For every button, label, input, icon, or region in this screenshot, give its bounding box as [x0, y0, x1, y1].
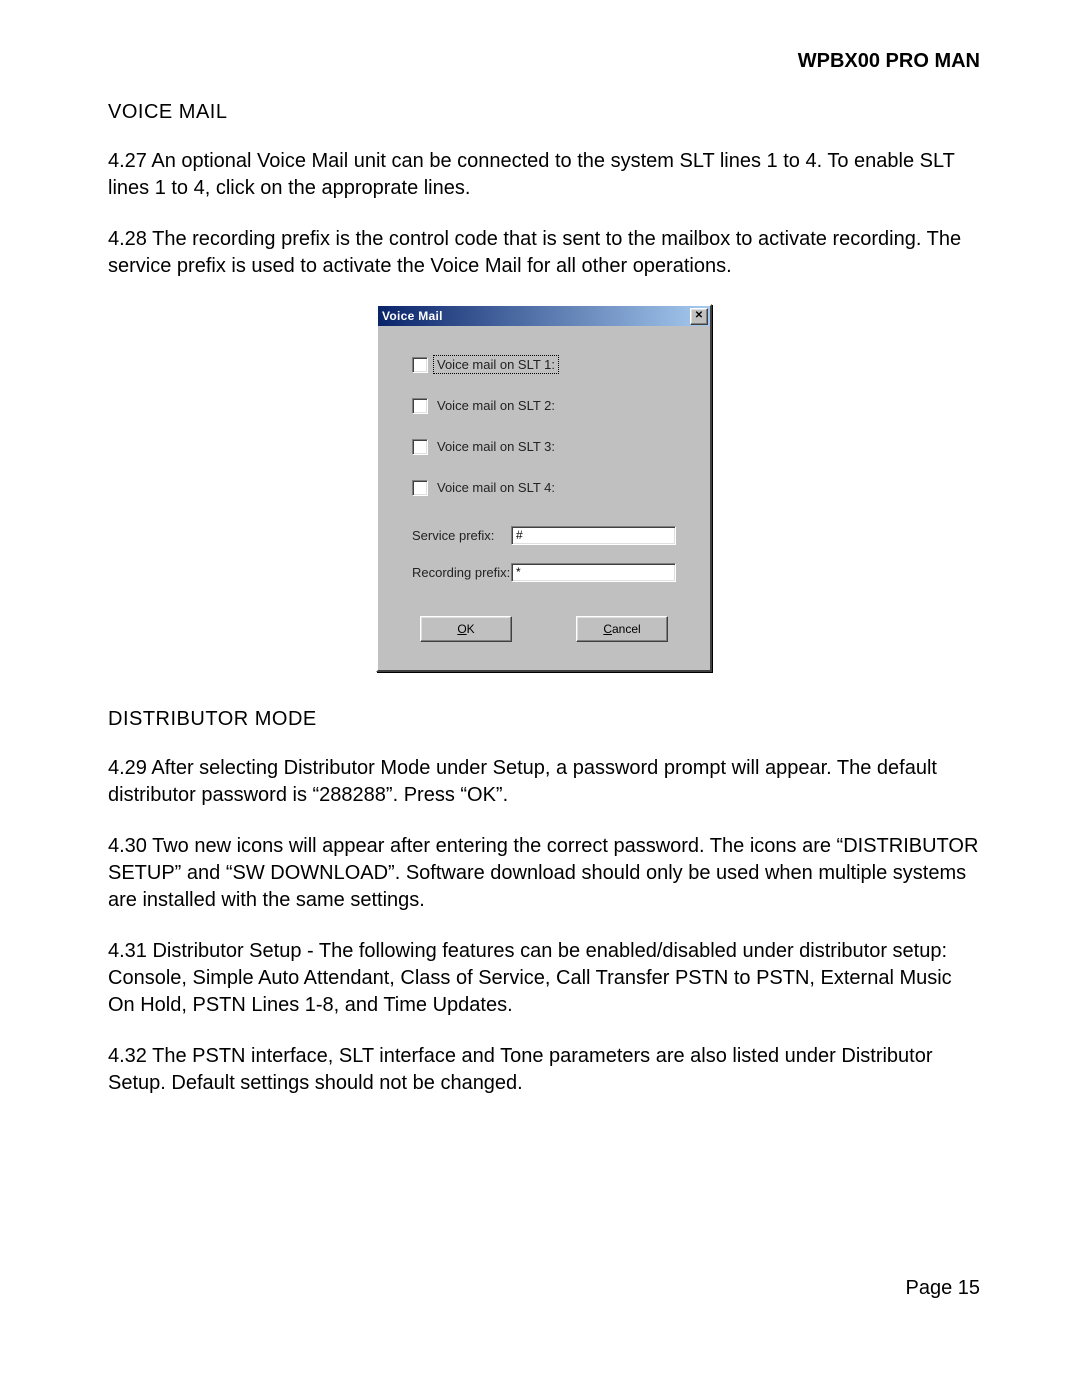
voice-mail-dialog: Voice Mail ✕ Voice mail on SLT 1: Voice … [376, 304, 712, 672]
section-title-voice-mail: VOICE MAIL [108, 101, 980, 124]
checkbox-slt3[interactable] [412, 439, 428, 455]
field-row-recording-prefix: Recording prefix: [412, 563, 676, 582]
document-header: WPBX00 PRO MAN [108, 50, 980, 73]
input-recording-prefix[interactable] [511, 563, 676, 582]
checkbox-row-slt3[interactable]: Voice mail on SLT 3: [412, 438, 676, 455]
checkbox-label-slt2: Voice mail on SLT 2: [434, 397, 558, 414]
checkbox-label-slt1: Voice mail on SLT 1: [434, 356, 558, 373]
paragraph-4-29: 4.29 After selecting Distributor Mode un… [108, 755, 980, 809]
label-service-prefix: Service prefix: [412, 528, 511, 543]
page-number: Page 15 [108, 1277, 980, 1300]
paragraph-4-32: 4.32 The PSTN interface, SLT interface a… [108, 1043, 980, 1097]
checkbox-row-slt4[interactable]: Voice mail on SLT 4: [412, 479, 676, 496]
field-row-service-prefix: Service prefix: [412, 526, 676, 545]
dialog-title: Voice Mail [382, 309, 690, 323]
checkbox-label-slt3: Voice mail on SLT 3: [434, 438, 558, 455]
paragraph-4-31: 4.31 Distributor Setup - The following f… [108, 938, 980, 1019]
checkbox-row-slt2[interactable]: Voice mail on SLT 2: [412, 397, 676, 414]
checkbox-slt1[interactable] [412, 357, 428, 373]
paragraph-4-27: 4.27 An optional Voice Mail unit can be … [108, 148, 980, 202]
checkbox-row-slt1[interactable]: Voice mail on SLT 1: [412, 356, 676, 373]
ok-button[interactable]: OK [420, 616, 512, 642]
checkbox-slt2[interactable] [412, 398, 428, 414]
checkbox-label-slt4: Voice mail on SLT 4: [434, 479, 558, 496]
section-title-distributor-mode: DISTRIBUTOR MODE [108, 708, 980, 731]
dialog-title-bar[interactable]: Voice Mail ✕ [378, 306, 710, 326]
close-icon: ✕ [695, 311, 703, 321]
paragraph-4-30: 4.30 Two new icons will appear after ent… [108, 833, 980, 914]
label-recording-prefix: Recording prefix: [412, 565, 511, 580]
close-button[interactable]: ✕ [690, 308, 708, 325]
cancel-button[interactable]: Cancel [576, 616, 668, 642]
checkbox-slt4[interactable] [412, 480, 428, 496]
input-service-prefix[interactable] [511, 526, 676, 545]
paragraph-4-28: 4.28 The recording prefix is the control… [108, 226, 980, 280]
